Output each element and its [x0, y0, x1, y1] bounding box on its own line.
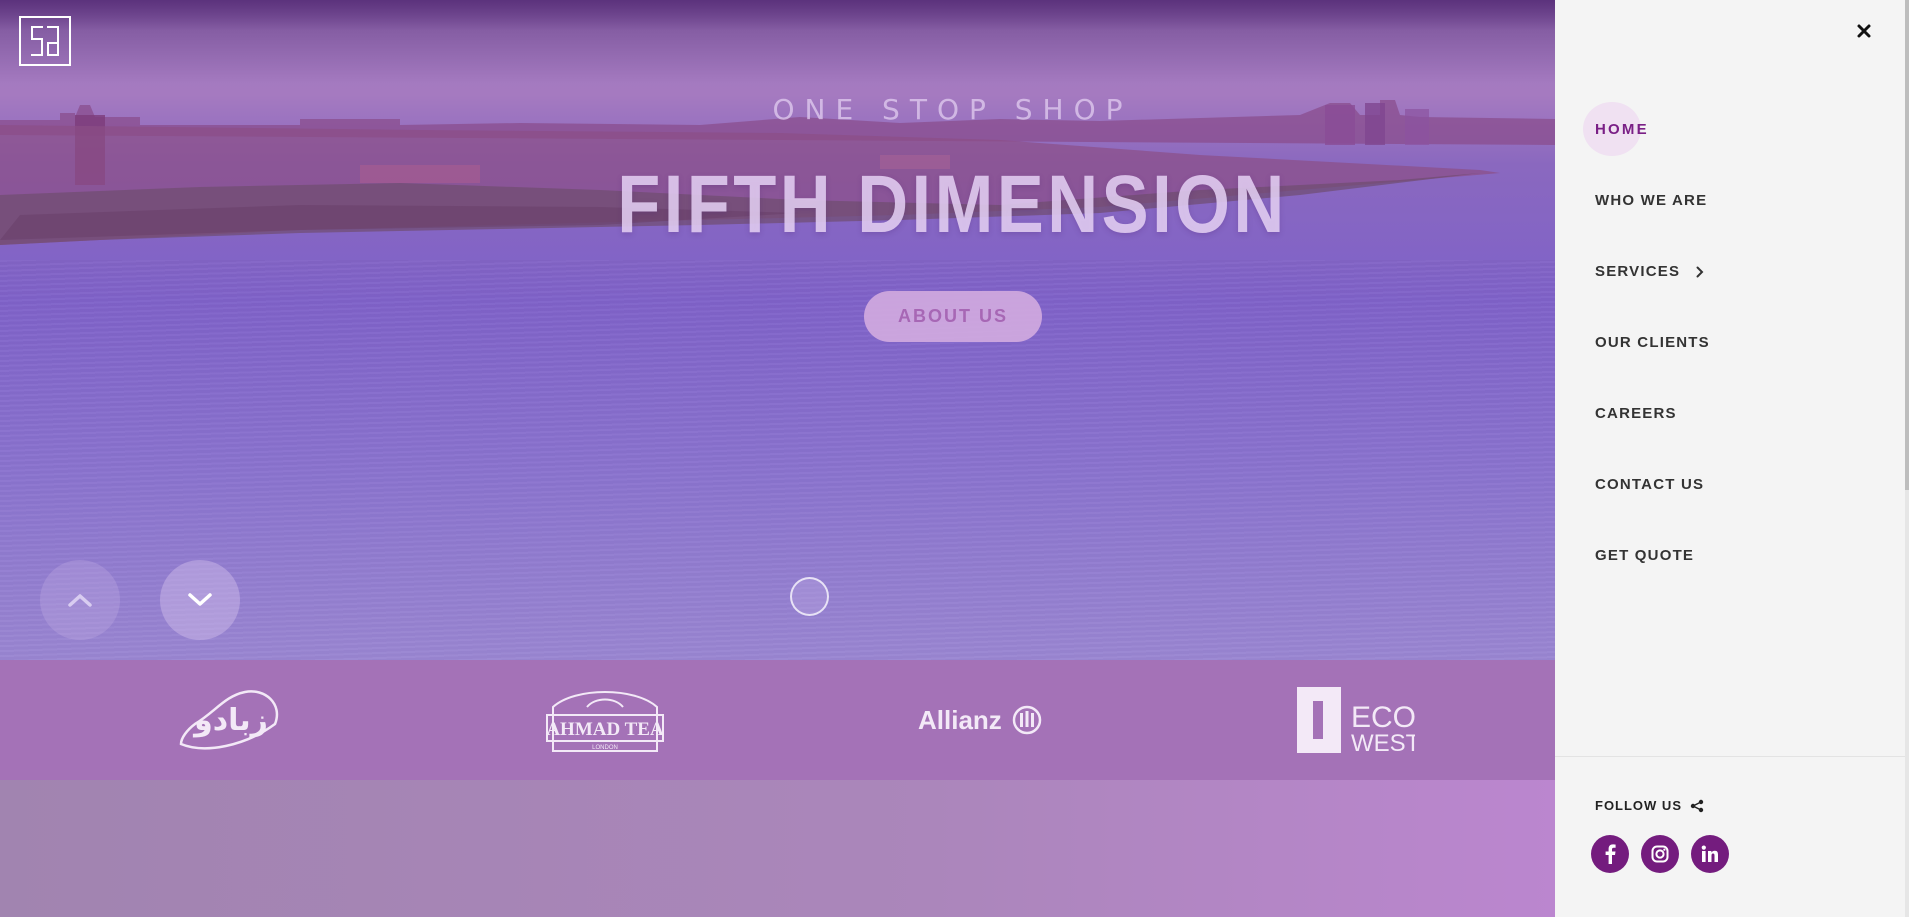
close-menu-button[interactable]: [1855, 22, 1873, 40]
side-menu-divider: [1555, 756, 1905, 757]
page-scrollbar-thumb[interactable]: [1905, 0, 1909, 490]
instagram-link[interactable]: [1641, 835, 1679, 873]
hero-title: FIFTH DIMENSION: [617, 159, 1288, 250]
follow-us-text: FOLLOW US: [1595, 798, 1682, 813]
svg-text:AHMAD TEA: AHMAD TEA: [546, 719, 664, 740]
linkedin-icon: [1701, 845, 1718, 862]
nav-item-contact-us[interactable]: CONTACT US: [1595, 476, 1704, 493]
nav-item-home[interactable]: HOME: [1595, 121, 1649, 138]
linkedin-link[interactable]: [1691, 835, 1729, 873]
close-icon: [1857, 24, 1871, 38]
slide-up-button[interactable]: [40, 560, 120, 640]
share-icon: [1690, 799, 1704, 812]
slider-dot[interactable]: [790, 577, 829, 616]
nav-item-services-label: SERVICES: [1595, 263, 1681, 280]
client-logo-eco-west: ECO WEST: [1295, 660, 1415, 780]
svg-text:LONDON: LONDON: [592, 745, 618, 751]
facebook-link[interactable]: [1591, 835, 1629, 873]
site-logo[interactable]: [19, 16, 71, 66]
svg-text:Allianz: Allianz: [918, 705, 1002, 735]
hero-section: ONE STOP SHOP FIFTH DIMENSION ABOUT US: [0, 0, 1555, 660]
svg-text:زبادو: زبادو: [192, 703, 268, 738]
clients-strip: زبادو AHMAD TEA LONDON Allianz ECO WEST: [0, 660, 1555, 780]
follow-us-label: FOLLOW US: [1595, 798, 1704, 813]
lower-section-background: [0, 780, 1555, 917]
client-logo-allianz: Allianz: [918, 660, 1042, 780]
nav-item-who-we-are[interactable]: WHO WE ARE: [1595, 192, 1707, 209]
svg-text:WEST: WEST: [1351, 730, 1415, 755]
client-logo-ahmad-tea: AHMAD TEA LONDON: [545, 660, 665, 780]
about-us-button[interactable]: ABOUT US: [864, 291, 1042, 342]
nav-item-careers[interactable]: CAREERS: [1595, 405, 1677, 422]
facebook-icon: [1605, 844, 1616, 864]
instagram-icon: [1651, 845, 1669, 863]
fifth-dimension-logo-icon: [31, 26, 59, 56]
slide-down-button[interactable]: [160, 560, 240, 640]
nav-item-get-quote[interactable]: GET QUOTE: [1595, 547, 1694, 564]
nav-item-services[interactable]: SERVICES: [1595, 263, 1704, 280]
chevron-right-icon: [1696, 266, 1703, 278]
chevron-down-icon: [188, 593, 212, 606]
nav-item-our-clients[interactable]: OUR CLIENTS: [1595, 334, 1710, 351]
hero-eyebrow: ONE STOP SHOP: [772, 93, 1133, 126]
chevron-up-icon: [68, 594, 92, 607]
client-logo-zabado: زبادو: [175, 660, 285, 780]
